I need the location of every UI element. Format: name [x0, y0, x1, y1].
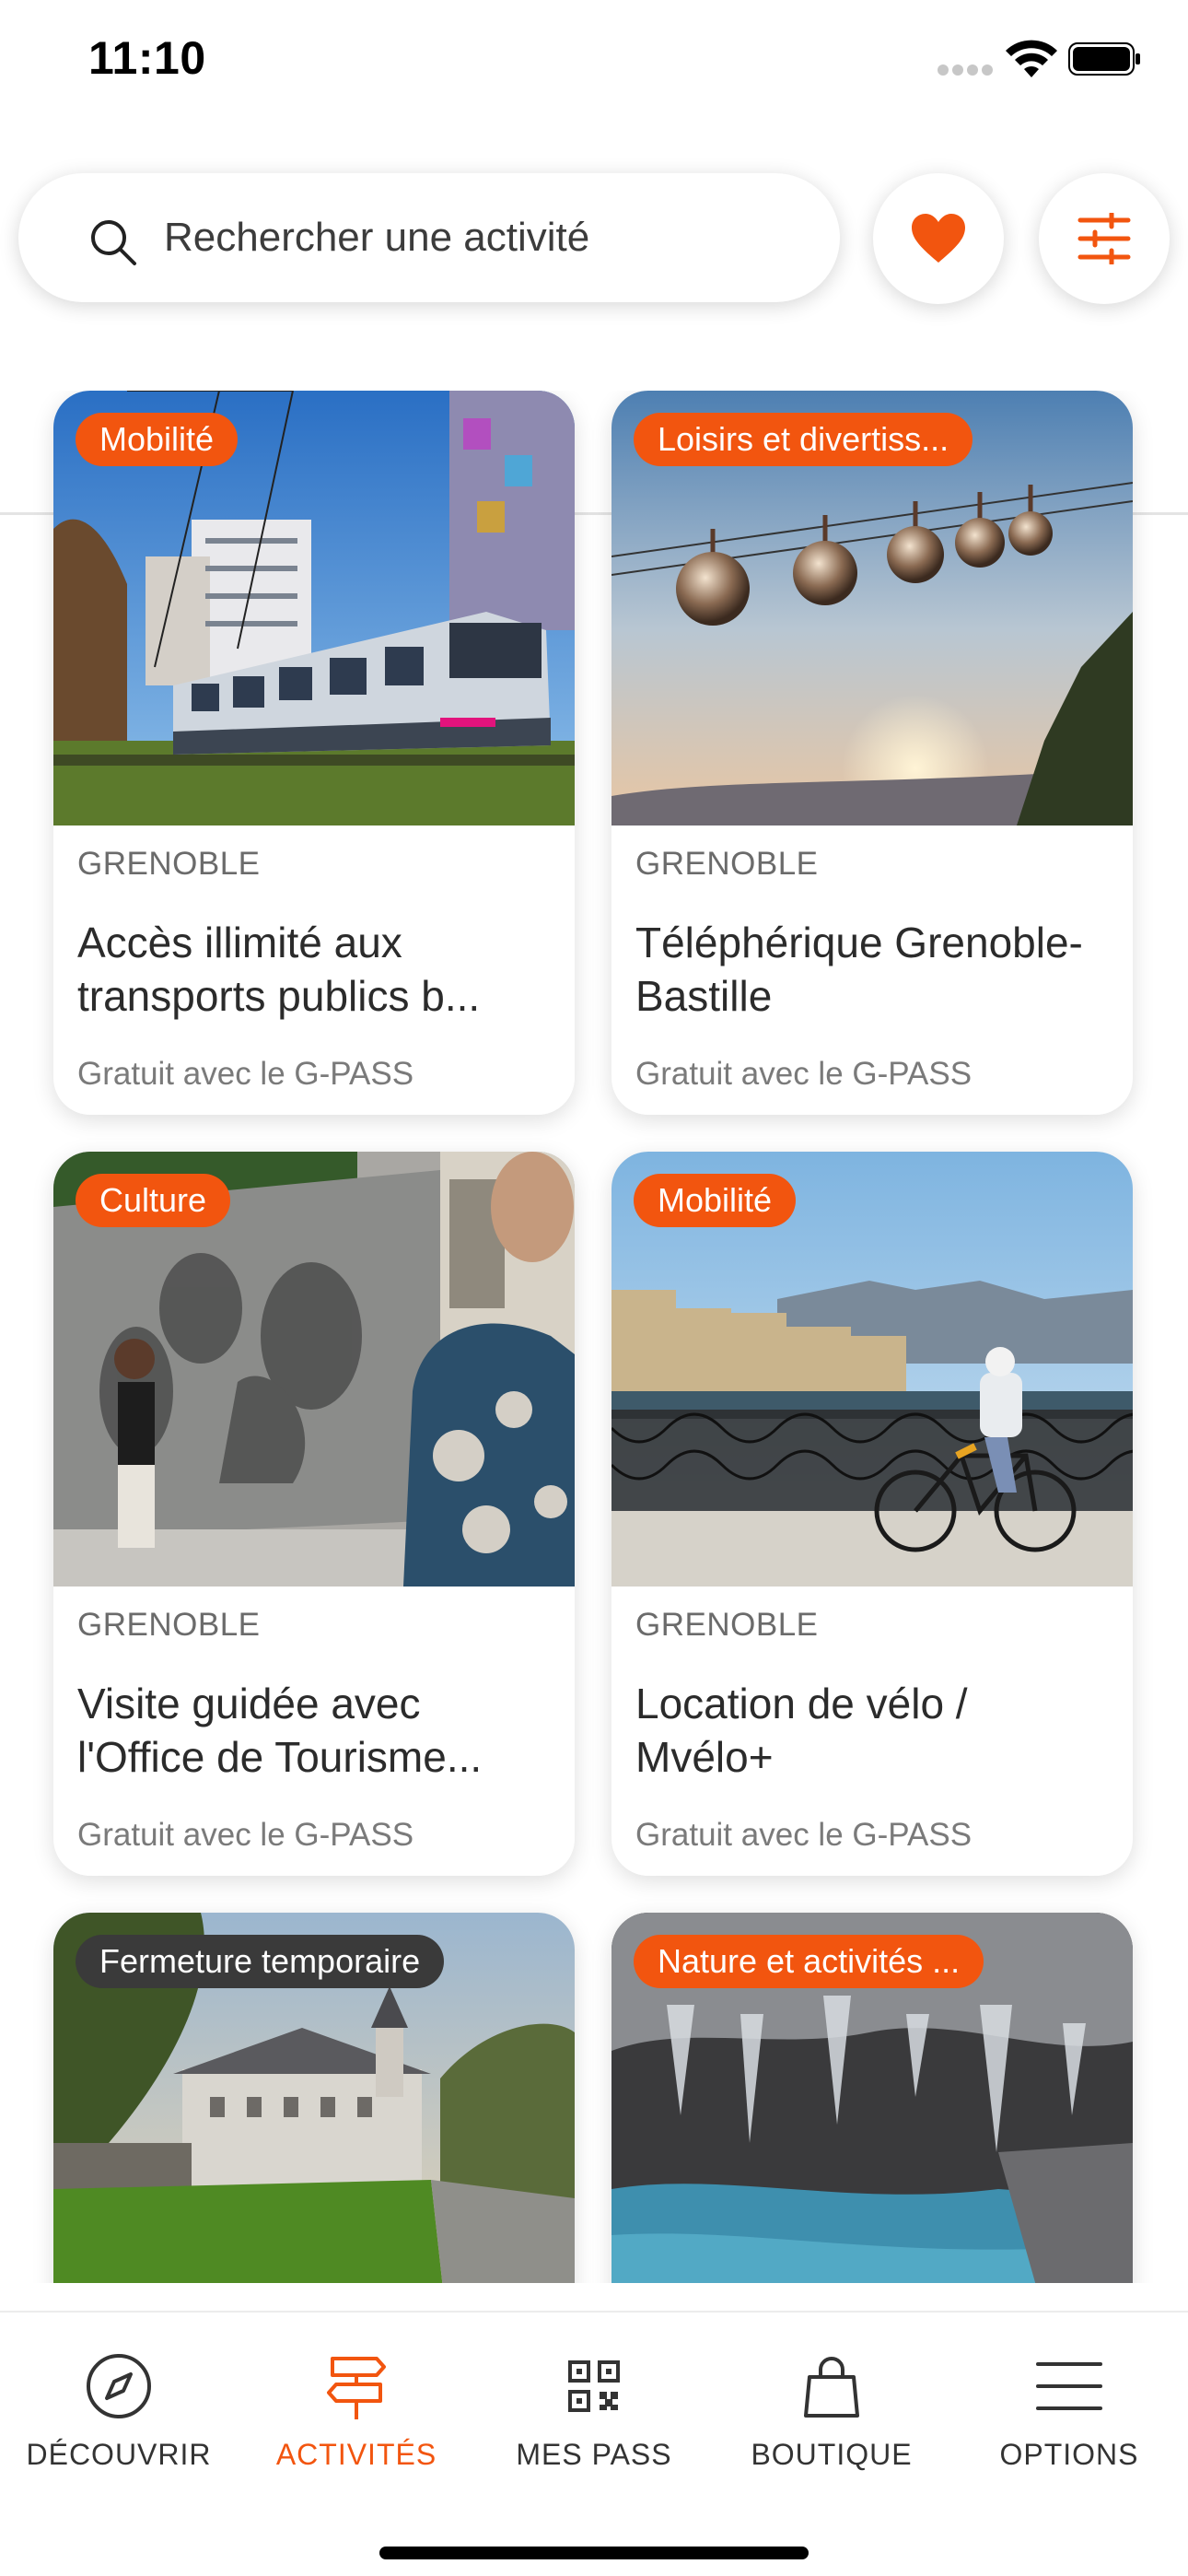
card-title: Visite guidée avec l'Office de Tourisme.… — [77, 1680, 483, 1781]
tab-label: BOUTIQUE — [751, 2438, 913, 2471]
category-badge: Mobilité — [634, 1174, 797, 1227]
activity-card[interactable]: Mobilité GRENOBLE Accès illimité aux tra… — [53, 391, 575, 1115]
category-badge: Mobilité — [76, 413, 239, 466]
card-city: GRENOBLE — [77, 846, 261, 882]
status-time: 11:10 — [88, 32, 206, 84]
tab-label: DÉCOUVRIR — [26, 2438, 212, 2471]
category-badge: Culture — [76, 1174, 231, 1227]
card-price: Gratuit avec le G-PASS — [77, 1056, 414, 1092]
tab-label: MES PASS — [516, 2438, 672, 2471]
tab-boutique[interactable]: BOUTIQUE — [713, 2349, 950, 2488]
card-city: GRENOBLE — [635, 1607, 819, 1643]
card-image: Nature et activités ... — [611, 1913, 1133, 2283]
sliders-icon — [1077, 213, 1131, 264]
filter-button[interactable] — [1039, 173, 1170, 304]
activity-grid: Mobilité GRENOBLE Accès illimité aux tra… — [0, 391, 1188, 2283]
activity-card[interactable]: Fermeture temporaire — [53, 1913, 575, 2283]
search-header — [0, 166, 1188, 515]
search-input[interactable] — [164, 201, 809, 275]
closure-badge: Fermeture temporaire — [76, 1935, 445, 1988]
card-image: Mobilité — [53, 391, 575, 825]
card-title: Accès illimité aux transports publics b.… — [77, 919, 481, 1020]
card-image: Loisirs et divertiss... — [611, 391, 1133, 825]
shopping-bag-icon — [804, 2357, 859, 2418]
category-badge: Nature et activités ... — [634, 1935, 984, 1988]
card-title: Téléphérique Grenoble-Bastille — [635, 919, 1083, 1020]
menu-icon — [1036, 2362, 1102, 2410]
tab-label: OPTIONS — [999, 2438, 1139, 2471]
card-price: Gratuit avec le G-PASS — [77, 1817, 414, 1853]
tab-label: ACTIVITÉS — [275, 2438, 437, 2471]
search-bar[interactable] — [18, 173, 840, 302]
qr-code-icon — [568, 2360, 620, 2412]
compass-icon — [87, 2354, 151, 2418]
bottom-tab-bar: DÉCOUVRIR ACTIVITÉS MES PASS BOUTIQUE OP… — [0, 2311, 1188, 2576]
tab-activites[interactable]: ACTIVITÉS — [238, 2349, 475, 2488]
card-price: Gratuit avec le G-PASS — [635, 1817, 973, 1853]
activity-card[interactable]: Nature et activités ... — [611, 1913, 1133, 2283]
heart-icon — [912, 214, 965, 263]
signpost-icon — [327, 2357, 386, 2419]
activity-card[interactable]: Loisirs et divertiss... GRENOBLE Téléphé… — [611, 391, 1133, 1115]
card-city: GRENOBLE — [77, 1607, 261, 1643]
battery-icon — [1068, 42, 1140, 76]
category-badge: Loisirs et divertiss... — [634, 413, 973, 466]
favorites-button[interactable] — [873, 173, 1004, 304]
signal-icon — [938, 64, 993, 76]
tab-mes-pass[interactable]: MES PASS — [475, 2349, 713, 2488]
search-icon — [91, 220, 136, 265]
activity-card[interactable]: Culture GRENOBLE Visite guidée avec l'Of… — [53, 1152, 575, 1876]
card-image: Mobilité — [611, 1152, 1133, 1587]
card-title: Location de vélo / Mvélo+ — [635, 1680, 968, 1781]
activity-card[interactable]: Mobilité GRENOBLE Location de vélo / Mvé… — [611, 1152, 1133, 1876]
status-bar: 11:10 — [0, 0, 1188, 120]
card-city: GRENOBLE — [635, 846, 819, 882]
card-image: Fermeture temporaire — [53, 1913, 575, 2283]
home-indicator[interactable] — [379, 2547, 809, 2559]
wifi-icon — [1006, 40, 1057, 77]
card-image: Culture — [53, 1152, 575, 1587]
card-price: Gratuit avec le G-PASS — [635, 1056, 973, 1092]
tab-decouvrir[interactable]: DÉCOUVRIR — [0, 2349, 238, 2488]
tab-options[interactable]: OPTIONS — [950, 2349, 1188, 2488]
